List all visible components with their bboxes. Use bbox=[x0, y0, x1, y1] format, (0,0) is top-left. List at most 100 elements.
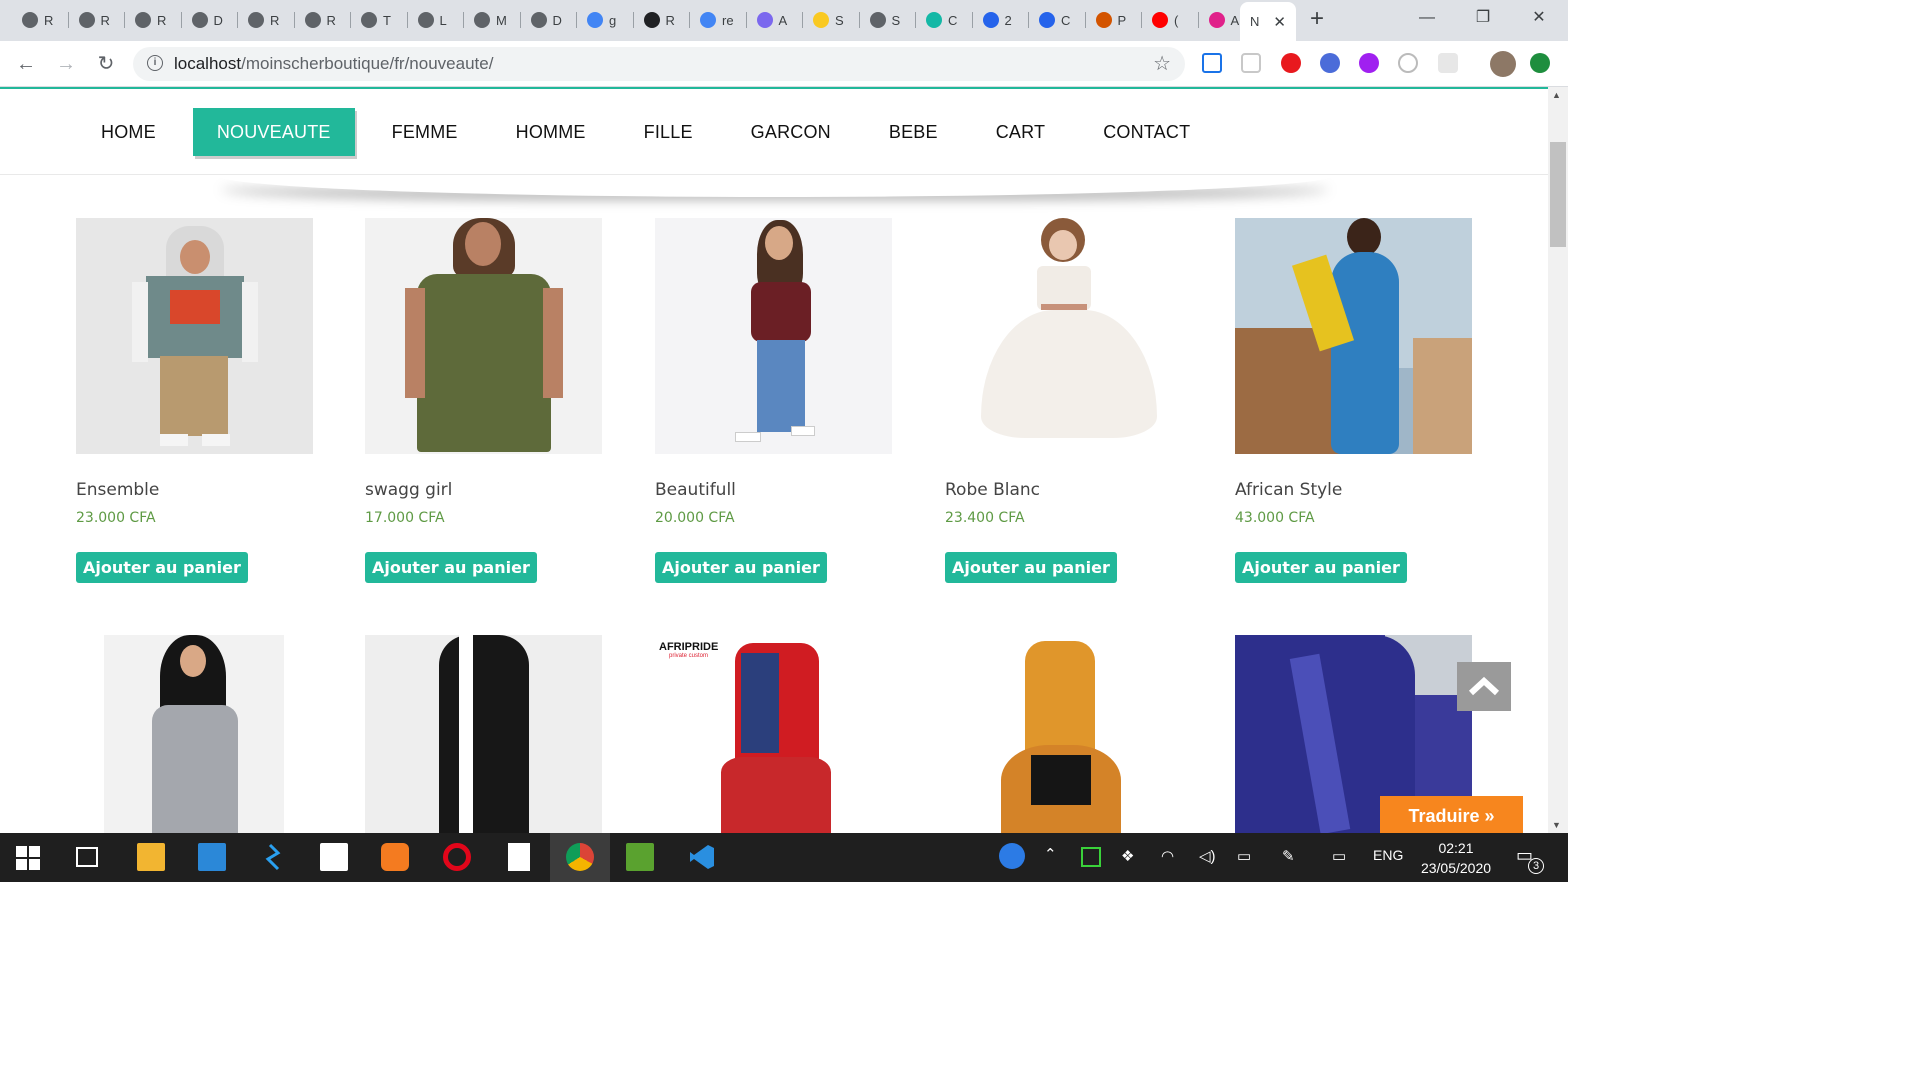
browser-tab[interactable]: R bbox=[12, 6, 69, 34]
browser-tab[interactable]: re bbox=[690, 6, 747, 34]
browser-tab[interactable]: R bbox=[238, 6, 295, 34]
spreadsheet-icon[interactable] bbox=[626, 843, 654, 871]
color-extension-icon[interactable] bbox=[1359, 53, 1379, 73]
browser-tab[interactable]: R bbox=[295, 6, 351, 34]
close-window-button[interactable]: ✕ bbox=[1516, 6, 1562, 30]
bolt-app-icon[interactable] bbox=[260, 843, 288, 871]
menu-item-femme[interactable]: FEMME bbox=[371, 108, 479, 156]
menu-item-nouveaute[interactable]: NOUVEAUTE bbox=[192, 108, 355, 156]
forward-button[interactable]: → bbox=[53, 51, 79, 77]
translate-button[interactable]: Traduire » bbox=[1380, 796, 1523, 833]
windows-start-icon[interactable] bbox=[16, 846, 40, 870]
volume-icon[interactable]: ◁) bbox=[1199, 847, 1216, 865]
chrome-icon[interactable] bbox=[566, 843, 594, 871]
product-image[interactable] bbox=[365, 635, 602, 833]
product-image[interactable]: AFRIPRIDE private custom bbox=[655, 635, 892, 833]
product-image[interactable] bbox=[365, 218, 602, 454]
menu-item-fille[interactable]: FILLE bbox=[623, 108, 714, 156]
translate-extension-icon[interactable] bbox=[1202, 53, 1222, 73]
browser-tab[interactable]: R bbox=[634, 6, 690, 34]
bookmark-star-icon[interactable]: ☆ bbox=[1153, 51, 1171, 76]
browser-tab[interactable]: D bbox=[521, 6, 577, 34]
site-info-icon[interactable]: i bbox=[147, 55, 163, 71]
address-bar[interactable]: i localhost/moinscherboutique/fr/nouveau… bbox=[133, 47, 1185, 81]
page-scrollbar[interactable]: ▲ ▼ bbox=[1548, 87, 1568, 833]
reload-button[interactable]: ↻ bbox=[93, 51, 119, 77]
dropbox-icon[interactable]: ❖ bbox=[1121, 847, 1134, 865]
product-image[interactable] bbox=[945, 635, 1182, 833]
browser-tab[interactable]: R bbox=[69, 6, 125, 34]
product-image[interactable] bbox=[1235, 218, 1472, 454]
scroll-down-arrow-icon[interactable]: ▼ bbox=[1552, 820, 1561, 830]
help-icon[interactable] bbox=[999, 843, 1025, 869]
product-image[interactable] bbox=[945, 218, 1182, 454]
tray-chevron-up-icon[interactable]: ⌃ bbox=[1044, 845, 1057, 863]
wifi-icon[interactable]: ◠ bbox=[1161, 847, 1174, 865]
minimize-button[interactable]: — bbox=[1404, 6, 1450, 30]
media-player-icon[interactable] bbox=[381, 843, 409, 871]
browser-tab[interactable]: S bbox=[803, 6, 860, 34]
grid-extension-icon[interactable] bbox=[1438, 53, 1458, 73]
add-to-cart-button[interactable]: Ajouter au panier bbox=[655, 552, 827, 583]
new-tab-button[interactable]: + bbox=[1310, 7, 1324, 31]
mail-icon[interactable] bbox=[198, 843, 226, 871]
scroll-to-top-button[interactable] bbox=[1457, 662, 1511, 711]
add-to-cart-button[interactable]: Ajouter au panier bbox=[365, 552, 537, 583]
menu-item-cart[interactable]: CART bbox=[975, 108, 1066, 156]
menu-item-contact[interactable]: CONTACT bbox=[1082, 108, 1211, 156]
add-to-cart-button[interactable]: Ajouter au panier bbox=[1235, 552, 1407, 583]
adblock-extension-icon[interactable] bbox=[1281, 53, 1301, 73]
product-image[interactable] bbox=[655, 218, 892, 454]
task-view-icon[interactable] bbox=[76, 847, 98, 867]
opera-icon[interactable] bbox=[443, 843, 471, 871]
battery-icon[interactable]: ▭ bbox=[1237, 847, 1251, 865]
scroll-up-arrow-icon[interactable]: ▲ bbox=[1552, 90, 1561, 100]
scrollbar-thumb[interactable] bbox=[1550, 142, 1566, 247]
system-clock[interactable]: 02:21 23/05/2020 bbox=[1414, 838, 1498, 878]
browser-tab[interactable]: R bbox=[125, 6, 182, 34]
menu-item-bebe[interactable]: BEBE bbox=[868, 108, 959, 156]
tab-active[interactable]: N ✕ bbox=[1240, 2, 1296, 41]
browser-tab[interactable]: ( bbox=[1142, 6, 1199, 34]
product-name[interactable]: swagg girl bbox=[365, 480, 452, 500]
browser-tab[interactable]: D bbox=[182, 6, 238, 34]
maximize-button[interactable]: ❐ bbox=[1460, 6, 1506, 30]
url-text[interactable]: localhost/moinscherboutique/fr/nouveaute… bbox=[174, 54, 493, 74]
camera-extension-icon[interactable] bbox=[1398, 53, 1418, 73]
browser-tab[interactable]: S bbox=[860, 6, 916, 34]
browser-tab[interactable]: C bbox=[916, 6, 973, 34]
add-to-cart-button[interactable]: Ajouter au panier bbox=[76, 552, 248, 583]
store-icon[interactable] bbox=[320, 843, 348, 871]
menu-item-homme[interactable]: HOMME bbox=[495, 108, 607, 156]
file-explorer-icon[interactable] bbox=[137, 843, 165, 871]
browser-tab[interactable]: g bbox=[577, 6, 634, 34]
menu-item-home[interactable]: HOME bbox=[80, 108, 177, 156]
product-name[interactable]: Ensemble bbox=[76, 480, 159, 500]
browser-tab[interactable]: P bbox=[1086, 6, 1142, 34]
hotspot-icon[interactable] bbox=[1081, 847, 1101, 867]
product-name[interactable]: African Style bbox=[1235, 480, 1342, 500]
profile-avatar[interactable] bbox=[1490, 51, 1516, 77]
notepad-icon[interactable] bbox=[508, 843, 530, 871]
update-icon[interactable] bbox=[1530, 53, 1550, 73]
product-image[interactable] bbox=[104, 635, 284, 833]
product-name[interactable]: Beautifull bbox=[655, 480, 736, 500]
tab-close-icon[interactable]: ✕ bbox=[1273, 13, 1286, 31]
browser-tab[interactable]: A bbox=[747, 6, 803, 34]
browser-tab[interactable]: M bbox=[464, 6, 521, 34]
browser-tab[interactable]: L bbox=[408, 6, 464, 34]
pen-icon[interactable]: ✎ bbox=[1282, 847, 1295, 865]
pocket-extension-icon[interactable] bbox=[1241, 53, 1261, 73]
add-to-cart-button[interactable]: Ajouter au panier bbox=[945, 552, 1117, 583]
check-extension-icon[interactable] bbox=[1320, 53, 1340, 73]
vscode-icon[interactable] bbox=[688, 843, 716, 871]
product-name[interactable]: Robe Blanc bbox=[945, 480, 1040, 500]
back-button[interactable]: ← bbox=[13, 51, 39, 77]
browser-tab[interactable]: C bbox=[1029, 6, 1086, 34]
browser-tab[interactable]: T bbox=[351, 6, 408, 34]
menu-item-garcon[interactable]: GARCON bbox=[730, 108, 852, 156]
product-image[interactable] bbox=[76, 218, 313, 454]
language-indicator[interactable]: ENG bbox=[1373, 847, 1403, 863]
browser-tab[interactable]: 2 bbox=[973, 6, 1029, 34]
keyboard-icon[interactable]: ▭ bbox=[1332, 847, 1346, 865]
